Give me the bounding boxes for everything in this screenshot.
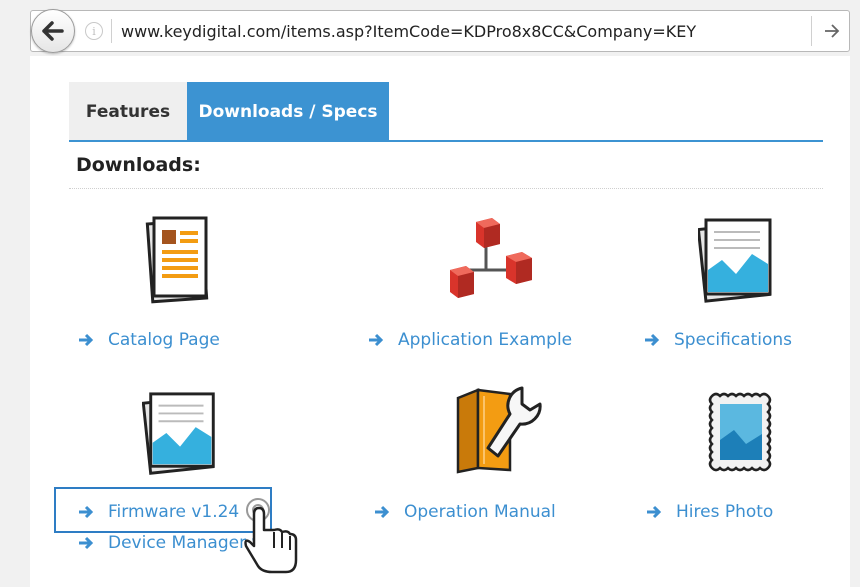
info-icon[interactable]: i <box>85 22 103 40</box>
tab-underline <box>69 140 823 142</box>
tab-features[interactable]: Features <box>69 82 187 142</box>
arrow-right-icon <box>375 505 390 519</box>
manual-wrench-icon <box>456 386 542 474</box>
download-link-firmware[interactable]: Firmware v1.24 <box>78 502 239 522</box>
arrow-right-icon <box>369 333 384 347</box>
back-button[interactable] <box>31 9 75 53</box>
section-divider <box>69 188 823 189</box>
url-input[interactable]: www.keydigital.com/items.asp?ItemCode=KD… <box>121 22 696 41</box>
page-content: Features Downloads / Specs Downloads: Ca… <box>30 56 850 587</box>
download-link-hires-photo[interactable]: Hires Photo <box>646 502 773 522</box>
tab-downloads-specs[interactable]: Downloads / Specs <box>187 82 389 142</box>
download-link-application-example[interactable]: Application Example <box>368 330 572 350</box>
download-link-operation-manual[interactable]: Operation Manual <box>374 502 556 522</box>
address-bar: i www.keydigital.com/items.asp?ItemCode=… <box>30 9 850 53</box>
link-label: Operation Manual <box>404 502 556 522</box>
section-title: Downloads: <box>76 154 201 176</box>
link-label: Specifications <box>674 330 793 350</box>
link-label: Hires Photo <box>676 502 774 522</box>
download-link-specifications[interactable]: Specifications <box>644 330 792 350</box>
arrow-right-icon <box>79 505 94 519</box>
hand-cursor-icon <box>244 498 298 574</box>
tab-bar: Features Downloads / Specs <box>69 82 389 142</box>
go-arrow-icon <box>825 24 840 38</box>
network-diagram-icon <box>450 218 532 298</box>
photo-stamp-icon <box>708 392 772 472</box>
url-separator <box>111 19 112 43</box>
link-label: Firmware v1.24 <box>108 502 240 522</box>
go-button[interactable] <box>817 17 847 45</box>
document-icon <box>145 216 209 304</box>
chart-sheet-icon <box>698 218 772 303</box>
back-arrow-icon <box>42 21 64 41</box>
arrow-right-icon <box>79 536 94 550</box>
link-label: Application Example <box>398 330 573 350</box>
go-separator <box>811 16 812 46</box>
arrow-right-icon <box>645 333 660 347</box>
link-label: Catalog Page <box>108 330 220 350</box>
arrow-right-icon <box>647 505 662 519</box>
download-link-catalog-page[interactable]: Catalog Page <box>78 330 220 350</box>
chart-sheet-icon <box>142 392 215 475</box>
arrow-right-icon <box>79 333 94 347</box>
